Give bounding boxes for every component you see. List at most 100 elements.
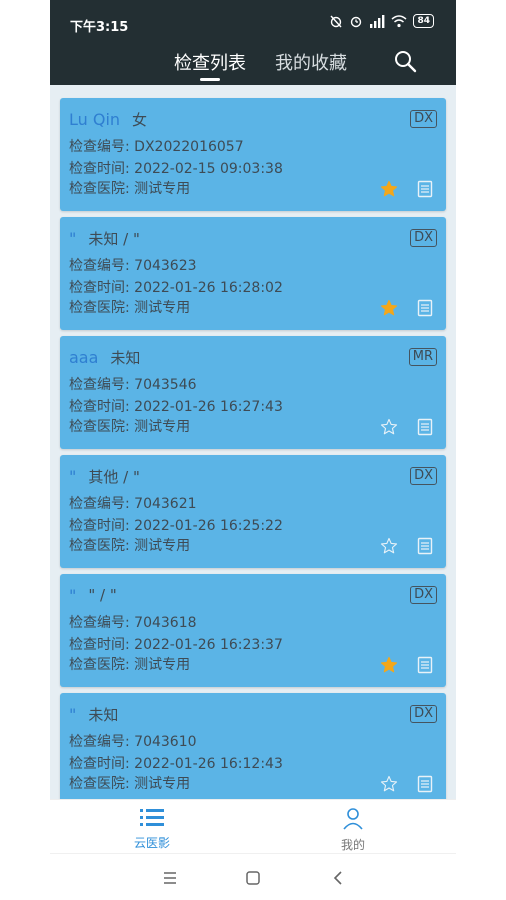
exam-card[interactable]: Lu Qin 女 DX 检查编号: DX2022016057 检查时间: 202… xyxy=(60,98,446,211)
hospital-value: 测试专用 xyxy=(134,181,191,197)
hospital-value: 测试专用 xyxy=(134,657,191,673)
exam-number-label: 检查编号: xyxy=(69,258,130,274)
patient-info: 女 xyxy=(132,110,148,129)
hospital-label: 检查医院: xyxy=(69,181,130,197)
exam-number: 检查编号: 7043623 xyxy=(69,255,197,275)
hospital-value: 测试专用 xyxy=(134,419,191,435)
exam-number-value: DX2022016057 xyxy=(134,139,244,155)
system-nav-bar xyxy=(50,853,456,900)
modality-badge: DX xyxy=(410,229,437,247)
exam-hospital: 检查医院: 测试专用 xyxy=(69,535,190,555)
exam-time-value: 2022-01-26 16:23:37 xyxy=(134,637,283,653)
active-tab-indicator xyxy=(200,78,220,81)
exam-number: 检查编号: 7043618 xyxy=(69,612,197,632)
patient-name: aaa xyxy=(69,347,99,367)
wifi-icon xyxy=(391,15,407,28)
status-time: 下午3:15 xyxy=(70,20,129,35)
exam-card[interactable]: " 其他 / " DX 检查编号: 7043621 检查时间: 2022-01-… xyxy=(60,455,446,568)
exam-time: 检查时间: 2022-01-26 16:12:43 xyxy=(69,753,283,773)
exam-time-value: 2022-01-26 16:28:02 xyxy=(134,280,283,296)
patient-info: 未知 xyxy=(88,705,119,724)
exam-card[interactable]: " 未知 / " DX 检查编号: 7043623 检查时间: 2022-01-… xyxy=(60,217,446,330)
star-filled-icon[interactable] xyxy=(380,180,398,198)
patient-name: " xyxy=(69,704,77,724)
star-outline-icon[interactable] xyxy=(380,775,398,793)
hospital-label: 检查医院: xyxy=(69,538,130,554)
signal-icon xyxy=(370,15,385,28)
patient-row: " 未知 / " xyxy=(69,227,140,249)
exam-time: 检查时间: 2022-02-15 09:03:38 xyxy=(69,158,283,178)
exam-time-label: 检查时间: xyxy=(69,399,130,415)
patient-row: " 其他 / " xyxy=(69,465,140,487)
patient-info: 未知 xyxy=(110,348,141,367)
exam-time: 检查时间: 2022-01-26 16:25:22 xyxy=(69,515,283,535)
star-outline-icon[interactable] xyxy=(380,418,398,436)
report-icon[interactable] xyxy=(417,537,433,555)
exam-card[interactable]: " 未知 DX 检查编号: 7043610 检查时间: 2022-01-26 1… xyxy=(60,693,446,799)
exam-time-value: 2022-01-26 16:12:43 xyxy=(134,756,283,772)
exam-number-value: 7043623 xyxy=(134,258,197,274)
hospital-label: 检查医院: xyxy=(69,300,130,316)
modality-badge: MR xyxy=(408,348,437,366)
modality-badge: DX xyxy=(410,705,437,723)
exam-hospital: 检查医院: 测试专用 xyxy=(69,654,190,674)
hospital-value: 测试专用 xyxy=(134,300,191,316)
nav-item-mine[interactable]: 我的 xyxy=(303,806,403,853)
person-icon xyxy=(343,808,363,830)
hospital-label: 检查医院: xyxy=(69,657,130,673)
exam-hospital: 检查医院: 测试专用 xyxy=(69,297,190,317)
modality-badge: DX xyxy=(410,467,437,485)
alarm-clock-icon xyxy=(351,16,362,28)
exam-card[interactable]: aaa 未知 MR 检查编号: 7043546 检查时间: 2022-01-26… xyxy=(60,336,446,449)
star-outline-icon[interactable] xyxy=(380,537,398,555)
exam-time-label: 检查时间: xyxy=(69,637,130,653)
patient-info: " / " xyxy=(88,586,117,604)
back-icon[interactable] xyxy=(326,866,350,890)
exam-number-label: 检查编号: xyxy=(69,139,130,155)
modality-badge: DX xyxy=(410,110,437,128)
exam-hospital: 检查医院: 测试专用 xyxy=(69,416,190,436)
patient-info: 未知 / " xyxy=(88,229,140,248)
patient-row: Lu Qin 女 xyxy=(69,108,147,130)
report-icon[interactable] xyxy=(417,180,433,198)
hospital-value: 测试专用 xyxy=(134,776,191,792)
exam-time-value: 2022-01-26 16:25:22 xyxy=(134,518,283,534)
report-icon[interactable] xyxy=(417,418,433,436)
patient-name: " xyxy=(69,585,77,605)
star-filled-icon[interactable] xyxy=(380,299,398,317)
alarm-off-icon xyxy=(330,15,342,28)
star-filled-icon[interactable] xyxy=(380,656,398,674)
phone-screen: 下午3:15 84 检查列表 我的收藏 Lu Qin 女 DX 检查编号: DX… xyxy=(50,0,456,900)
tab-exam-list[interactable]: 检查列表 xyxy=(174,49,246,75)
exam-time: 检查时间: 2022-01-26 16:23:37 xyxy=(69,634,283,654)
exam-number-label: 检查编号: xyxy=(69,496,130,512)
patient-name: " xyxy=(69,228,77,248)
exam-number: 检查编号: DX2022016057 xyxy=(69,136,244,156)
report-icon[interactable] xyxy=(417,656,433,674)
exam-number-value: 7043618 xyxy=(134,615,197,631)
menu-icon[interactable] xyxy=(158,866,182,890)
exam-number: 检查编号: 7043621 xyxy=(69,493,197,513)
hospital-value: 测试专用 xyxy=(134,538,191,554)
list-icon xyxy=(140,809,164,826)
exam-list[interactable]: Lu Qin 女 DX 检查编号: DX2022016057 检查时间: 202… xyxy=(50,85,456,799)
exam-card[interactable]: " " / " DX 检查编号: 7043618 检查时间: 2022-01-2… xyxy=(60,574,446,687)
search-icon[interactable] xyxy=(393,49,417,73)
nav-item-cloud-imaging[interactable]: 云医影 xyxy=(102,806,202,851)
home-icon[interactable] xyxy=(241,866,265,890)
exam-time-label: 检查时间: xyxy=(69,161,130,177)
exam-time-label: 检查时间: xyxy=(69,756,130,772)
exam-time-value: 2022-01-26 16:27:43 xyxy=(134,399,283,415)
exam-hospital: 检查医院: 测试专用 xyxy=(69,178,190,198)
nav-label: 云医影 xyxy=(133,836,170,850)
exam-number-label: 检查编号: xyxy=(69,377,130,393)
report-icon[interactable] xyxy=(417,299,433,317)
exam-time: 检查时间: 2022-01-26 16:28:02 xyxy=(69,277,283,297)
exam-number-value: 7043546 xyxy=(134,377,197,393)
exam-time-label: 检查时间: xyxy=(69,518,130,534)
tab-favorites[interactable]: 我的收藏 xyxy=(275,49,347,75)
status-icons: 84 xyxy=(329,14,434,28)
exam-time-label: 检查时间: xyxy=(69,280,130,296)
patient-name: " xyxy=(69,466,77,486)
report-icon[interactable] xyxy=(417,775,433,793)
